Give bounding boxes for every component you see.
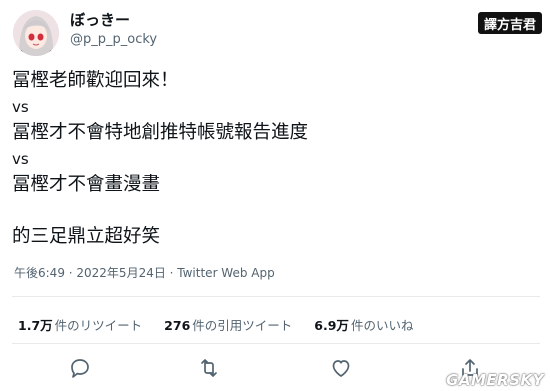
avatar-image [13,10,59,56]
quote-tweet-count[interactable]: 276 件の引用ツイート [164,315,292,334]
retweet-count-value: 1.7万 [18,318,53,333]
tweet-line: vs [12,98,29,116]
tweet-line: 冨樫老師歡迎回來！ [12,70,179,91]
engagement-stats: 1.7万 件のリツイート 276 件の引用ツイート 6.9万 件のいいね [18,315,435,334]
tweet-line: 冨樫才不會特地創推特帳號報告進度 [12,122,309,143]
like-count[interactable]: 6.9万 件のいいね [314,315,413,334]
tweet-line: vs [12,150,29,168]
like-icon [332,360,350,377]
quote-tweet-count-value: 276 [164,318,191,333]
tweet-timestamp[interactable]: 午後6:49 · 2022年5月24日 · Twitter Web App [14,264,275,281]
tweet-body: 冨樫老師歡迎回來！ vs 冨樫才不會特地創推特帳號報告進度 vs 冨樫才不會畫漫… [12,68,532,250]
tweet-line: 的三足鼎立超好笑 [12,226,161,247]
author-handle[interactable]: @p_p_p_ocky [70,32,157,48]
avatar[interactable] [13,10,59,56]
translator-watermark: 譯方吉君 [477,12,542,34]
author-display-name[interactable]: ぼっきー [70,11,130,29]
like-count-value: 6.9万 [314,318,349,333]
retweet-count-label: 件のリツイート [54,318,143,333]
translator-watermark-text: 譯方吉君 [483,17,536,33]
retweet-button[interactable] [197,356,221,380]
retweet-count[interactable]: 1.7万 件のリツイート [18,315,142,334]
reply-icon [71,359,89,378]
site-watermark: GAMERSKY [446,371,544,389]
divider [12,296,540,297]
reply-button[interactable] [68,356,92,380]
divider [12,343,540,344]
like-button[interactable] [329,356,353,380]
like-count-label: 件のいいね [350,318,414,333]
tweet-line: 冨樫才不會畫漫畫 [12,174,161,195]
quote-tweet-count-label: 件の引用ツイート [192,318,293,333]
retweet-icon [201,359,217,377]
